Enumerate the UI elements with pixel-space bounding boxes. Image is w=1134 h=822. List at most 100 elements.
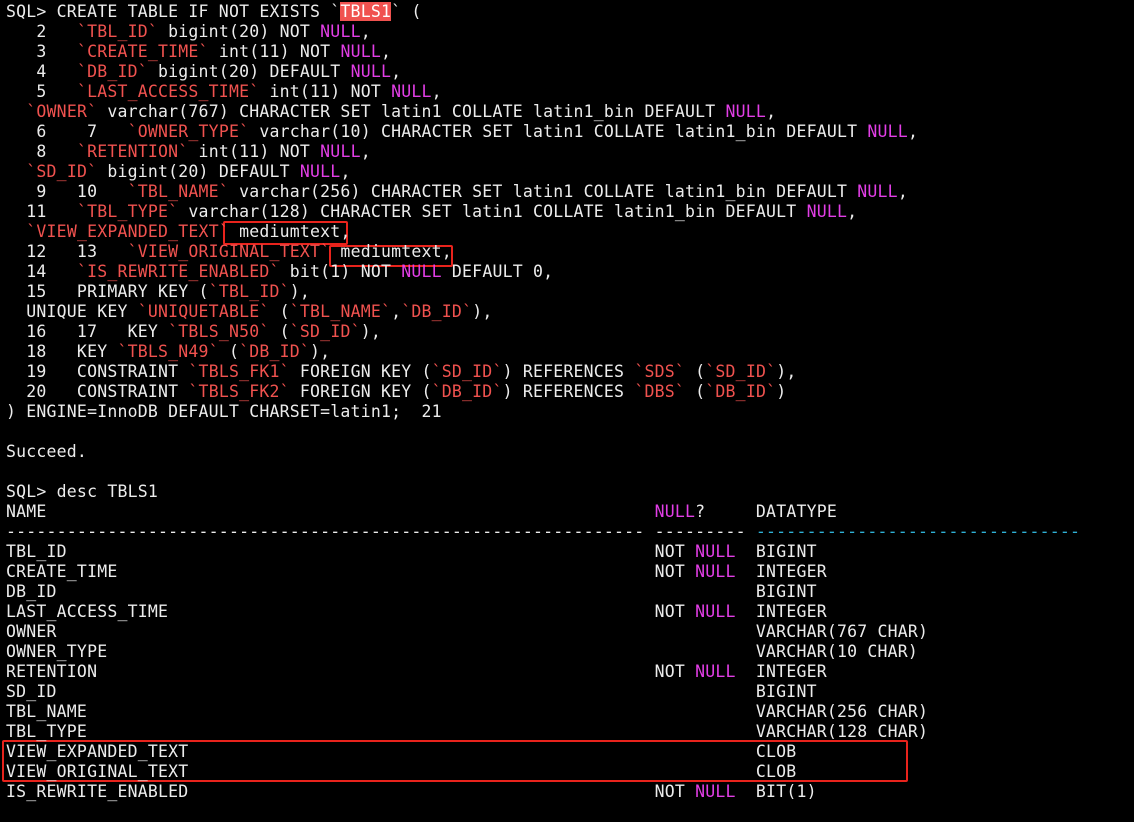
terminal-text: ) REFERENCES (502, 362, 635, 381)
sql-identifier: `SD_ID` (26, 162, 98, 181)
terminal-text: CREATE_TIME NOT (6, 562, 696, 581)
terminal-text: int(11) NOT (208, 42, 341, 61)
null-keyword: NULL (695, 542, 736, 561)
sql-identifier: `RETENTION` (76, 142, 189, 161)
terminal-line: `SD_ID` bigint(20) DEFAULT NULL, (6, 162, 351, 182)
terminal-text: DB_ID BIGINT (6, 582, 817, 601)
terminal-text: RETENTION NOT (6, 662, 696, 681)
terminal-text: ----------------------------------------… (6, 522, 756, 541)
terminal-text: ` ( (391, 2, 422, 21)
null-keyword: NULL (320, 142, 361, 161)
sql-identifier: `TBL_NAME` (127, 182, 229, 201)
terminal-text: 11 (6, 202, 77, 221)
sql-identifier: `TBL_ID` (76, 22, 159, 41)
terminal-line: VIEW_EXPANDED_TEXT CLOB (6, 742, 796, 762)
terminal-line: ) ENGINE=InnoDB DEFAULT CHARSET=latin1; … (6, 402, 442, 422)
terminal-line: OWNER VARCHAR(767 CHAR) (6, 622, 928, 642)
terminal-text: UNIQUE KEY (6, 302, 138, 321)
sql-identifier: `TBL_ID` (208, 282, 290, 301)
terminal-line: `VIEW_EXPANDED_TEXT` mediumtext, (6, 222, 351, 242)
null-keyword: NULL (350, 62, 392, 81)
terminal-line: 2 `TBL_ID` bigint(20) NOT NULL, (6, 22, 371, 42)
terminal-line: LAST_ACCESS_TIME NOT NULL INTEGER (6, 602, 827, 622)
terminal-text: ) (776, 382, 787, 401)
terminal-text: mediumtext, (228, 222, 351, 241)
terminal-text: bigint(20) NOT (158, 22, 321, 41)
terminal-text: varchar(128) CHARACTER SET latin1 COLLAT… (178, 202, 807, 221)
terminal-text: IS_REWRITE_ENABLED NOT (6, 782, 696, 801)
terminal-line: CREATE_TIME NOT NULL INTEGER (6, 562, 827, 582)
sql-identifier: `DB_ID` (705, 382, 777, 401)
terminal-text: FOREIGN KEY ( (289, 362, 432, 381)
terminal-line: 20 CONSTRAINT `TBLS_FK2` FOREIGN KEY (`D… (6, 382, 786, 402)
sql-identifier: `IS_REWRITE_ENABLED` (76, 262, 280, 281)
terminal-text: OWNER_TYPE VARCHAR(10 CHAR) (6, 642, 919, 661)
null-keyword: NULL (695, 562, 736, 581)
terminal-text: 5 (6, 82, 77, 101)
terminal-text: 16 17 KEY (6, 322, 169, 341)
terminal-text: varchar(256) CHARACTER SET latin1 COLLAT… (228, 182, 858, 201)
null-keyword: NULL (857, 182, 898, 201)
terminal-line: TBL_TYPE VARCHAR(128 CHAR) (6, 722, 928, 742)
terminal-line: DB_ID BIGINT (6, 582, 817, 602)
terminal-line: TBL_ID NOT NULL BIGINT (6, 542, 817, 562)
terminal-line: 18 KEY `TBLS_N49` (`DB_ID`), (6, 342, 330, 362)
sql-identifier: `OWNER_TYPE` (127, 122, 250, 141)
terminal-text: 18 KEY (6, 342, 118, 361)
terminal-text: INTEGER (735, 662, 827, 681)
terminal-window[interactable]: SQL> CREATE TABLE IF NOT EXISTS `TBLS1` … (0, 0, 1134, 822)
null-keyword: NULL (695, 602, 736, 621)
terminal-text: ( (269, 302, 290, 321)
terminal-text: , (766, 102, 777, 121)
terminal-text: OWNER VARCHAR(767 CHAR) (6, 622, 929, 641)
terminal-text: ), (776, 362, 797, 381)
terminal-text: ), (310, 342, 331, 361)
terminal-line: 9 10 `TBL_NAME` varchar(256) CHARACTER S… (6, 182, 908, 202)
null-keyword: NULL (695, 662, 736, 681)
terminal-text: varchar(10) CHARACTER SET latin1 COLLATE… (249, 122, 868, 141)
terminal-text: varchar(767) CHARACTER SET latin1 COLLAT… (97, 102, 726, 121)
terminal-text: 9 10 (6, 182, 128, 201)
terminal-text: , (360, 142, 371, 161)
sql-identifier: `DBS` (634, 382, 685, 401)
terminal-line: SQL> desc TBLS1 (6, 482, 158, 502)
null-keyword: NULL (401, 262, 442, 281)
sql-identifier: `OWNER` (26, 102, 98, 121)
terminal-line: 11 `TBL_TYPE` varchar(128) CHARACTER SET… (6, 202, 857, 222)
terminal-text: FOREIGN KEY ( (289, 382, 432, 401)
terminal-line: 19 CONSTRAINT `TBLS_FK1` FOREIGN KEY (`S… (6, 362, 797, 382)
terminal-text: VIEW_EXPANDED_TEXT CLOB (6, 742, 797, 761)
terminal-line: 6 7 `OWNER_TYPE` varchar(10) CHARACTER S… (6, 122, 918, 142)
terminal-text: ( (685, 362, 706, 381)
terminal-text: , (391, 302, 402, 321)
terminal-line: UNIQUE KEY `UNIQUETABLE` (`TBL_NAME`,`DB… (6, 302, 492, 322)
sql-identifier: `DB_ID` (431, 382, 503, 401)
terminal-line: 16 17 KEY `TBLS_N50` (`SD_ID`), (6, 322, 381, 342)
terminal-text: , (391, 62, 402, 81)
terminal-text: , (380, 42, 392, 61)
terminal-text: 20 CONSTRAINT (6, 382, 189, 401)
sql-identifier: `DB_ID` (76, 62, 148, 81)
sql-identifier: `TBL_TYPE` (76, 202, 179, 221)
terminal-text: 14 (6, 262, 77, 281)
terminal-line: 15 PRIMARY KEY (`TBL_ID`), (6, 282, 310, 302)
sql-identifier: `VIEW_EXPANDED_TEXT` (26, 222, 229, 241)
terminal-line: Succeed. (6, 442, 87, 462)
terminal-text: ? DATATYPE (695, 502, 837, 521)
terminal-line: IS_REWRITE_ENABLED NOT NULL BIT(1) (6, 782, 817, 802)
terminal-text: LAST_ACCESS_TIME NOT (6, 602, 696, 621)
sql-identifier: `UNIQUETABLE` (137, 302, 270, 321)
sql-identifier: `CREATE_TIME` (76, 42, 209, 61)
null-keyword: NULL (806, 202, 848, 221)
sql-identifier: `TBLS_FK2` (188, 382, 290, 401)
terminal-text: ) REFERENCES (502, 382, 635, 401)
terminal-text: TBL_NAME VARCHAR(256 CHAR) (6, 702, 929, 721)
null-keyword: NULL (391, 82, 432, 101)
sql-identifier: `SDS` (634, 362, 685, 381)
terminal-text: INTEGER (735, 562, 827, 581)
terminal-line: 3 `CREATE_TIME` int(11) NOT NULL, (6, 42, 391, 62)
terminal-text: ), (472, 302, 493, 321)
sql-identifier: `TBL_NAME` (289, 302, 392, 321)
